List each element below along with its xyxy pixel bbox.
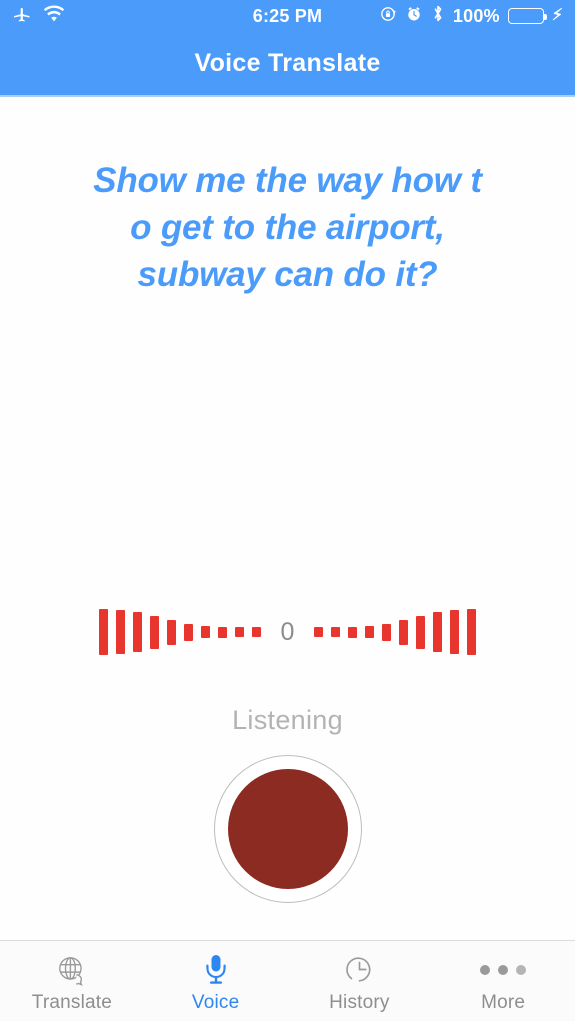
tab-voice[interactable]: Voice: [144, 941, 288, 1021]
tab-history[interactable]: History: [288, 941, 432, 1021]
microphone-icon: [200, 953, 232, 987]
phrase-line-3: subway can do it?: [137, 255, 438, 294]
waveform-bar: [234, 627, 244, 637]
globe-speech-icon: [55, 953, 89, 987]
dot-3: [516, 964, 527, 975]
record-button-fill: [227, 769, 348, 889]
status-bar-left: [12, 4, 65, 29]
phrase-line-2: o get to the airport,: [130, 208, 445, 247]
status-bar: 6:25 PM 100% ⚡︎: [0, 0, 575, 32]
recognized-phrase: Show me the way how t o get to the airpo…: [28, 157, 547, 298]
tab-label-more: More: [481, 991, 526, 1013]
nav-bar: Voice Translate: [0, 32, 575, 97]
waveform-bar: [399, 619, 409, 645]
bluetooth-icon: [431, 4, 445, 28]
app-screen: 6:25 PM 100% ⚡︎ Voice Translate Show me …: [0, 0, 575, 1021]
waveform-bar: [331, 627, 341, 637]
dot-1: [480, 964, 491, 975]
waveform-bar: [467, 609, 477, 655]
waveform-bar: [98, 609, 108, 655]
tab-translate[interactable]: Translate: [0, 941, 144, 1021]
record-button-area: [0, 755, 575, 903]
waveform-bar: [314, 627, 324, 637]
tab-label-translate: Translate: [31, 991, 113, 1013]
wifi-icon: [43, 5, 65, 28]
waveform-bar: [115, 610, 125, 654]
audio-waveform: 0: [0, 602, 575, 662]
waveform-bar: [450, 610, 460, 654]
waveform-bar: [217, 626, 227, 638]
tab-label-voice: Voice: [191, 991, 240, 1013]
main-content: Show me the way how t o get to the airpo…: [0, 97, 575, 940]
alarm-clock-icon: [405, 5, 423, 28]
waveform-left: [95, 602, 265, 662]
waveform-bar: [416, 615, 426, 649]
waveform-right: [310, 602, 480, 662]
tab-bar: Translate Voice History More: [0, 940, 575, 1021]
audio-level-value: 0: [280, 617, 295, 646]
record-button[interactable]: [213, 755, 362, 903]
ellipsis-icon: [480, 953, 527, 987]
status-time: 6:25 PM: [252, 5, 323, 26]
waveform-bar: [183, 623, 193, 641]
waveform-bar: [132, 612, 142, 652]
phrase-line-1: Show me the way how t: [93, 161, 482, 200]
airplane-icon: [12, 4, 32, 29]
lightning-bolt-icon: ⚡︎: [551, 7, 563, 24]
battery-percent: 100%: [452, 5, 500, 26]
ellipsis-dots: [480, 964, 527, 975]
clock-icon: [343, 953, 376, 987]
status-bar-right: 100% ⚡︎: [379, 4, 563, 28]
listening-status: Listening: [232, 705, 343, 735]
waveform-bar: [251, 627, 261, 637]
page-title: Voice Translate: [194, 49, 381, 77]
waveform-bar: [382, 623, 392, 641]
rotation-lock-icon: [379, 5, 397, 28]
waveform-bar: [348, 626, 358, 638]
waveform-bar: [365, 626, 375, 638]
waveform-bar: [200, 626, 210, 638]
battery-icon: [507, 8, 548, 24]
waveform-bar: [433, 612, 443, 652]
tab-label-history: History: [329, 991, 390, 1013]
tab-more[interactable]: More: [431, 941, 575, 1021]
waveform-bar: [149, 615, 159, 649]
dot-2: [498, 964, 509, 975]
waveform-bar: [166, 619, 176, 645]
